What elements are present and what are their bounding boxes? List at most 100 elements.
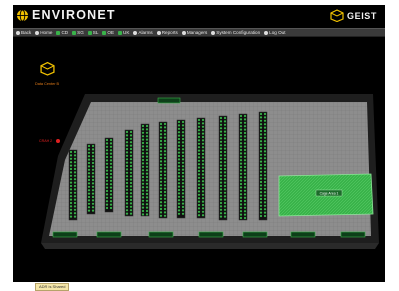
sensor-dot — [109, 176, 113, 179]
sensor-dot — [197, 197, 201, 200]
nav-item-managers[interactable]: Managers — [181, 30, 207, 35]
sensor-dot — [69, 212, 73, 215]
sensor-dot — [197, 129, 201, 132]
sensor-dot — [197, 125, 201, 128]
crac-unit-bottom-2[interactable] — [96, 231, 122, 238]
sensor-dot — [263, 211, 267, 214]
sensor-dot — [239, 216, 243, 220]
sensor-dot — [129, 144, 133, 147]
rack-row[interactable] — [258, 111, 268, 221]
sensor-dot — [223, 133, 227, 137]
home-icon — [35, 30, 40, 35]
sensor-dot — [197, 169, 201, 173]
sensor-dot — [201, 129, 205, 132]
sensor-dot — [219, 164, 223, 167]
sensor-dot — [177, 154, 181, 158]
environet-logo: ENVIRONET — [16, 8, 116, 22]
crac-unit-top[interactable] — [157, 97, 181, 104]
sensor-dot — [87, 151, 91, 154]
sensor-dot — [263, 140, 267, 143]
nav-item-alarms[interactable]: Alarms — [133, 30, 153, 35]
grid-icon — [181, 30, 186, 35]
rack-row[interactable] — [238, 113, 248, 221]
cage-area-label: Cage Area 1 — [320, 191, 339, 195]
rack-row[interactable] — [124, 129, 134, 217]
rack-row[interactable] — [196, 117, 206, 219]
sensor-dot — [73, 191, 77, 194]
nav-item-sl[interactable]: SL — [87, 30, 99, 35]
floor-plan-map[interactable]: Cage Area 1 CRAH 2 — [13, 38, 385, 286]
nav-item-sg[interactable]: SG — [72, 30, 84, 35]
rack-row[interactable] — [158, 121, 168, 219]
sensor-dot — [263, 123, 267, 126]
sensor-dot — [177, 205, 181, 209]
sensor-dot — [91, 172, 95, 175]
sensor-dot — [145, 135, 149, 138]
nav-item-oe[interactable]: OE — [102, 30, 114, 35]
nav-item-label: SL — [92, 30, 99, 35]
sensor-dot — [197, 139, 201, 142]
sensor-dot — [141, 206, 145, 209]
sensor-dot — [105, 196, 109, 199]
crac-unit-bottom-1[interactable] — [52, 231, 78, 238]
rack-row[interactable] — [86, 143, 96, 215]
nav-item-cd[interactable]: CD — [56, 30, 68, 35]
nav-item-back[interactable]: Back — [16, 30, 31, 35]
sensor-dot — [129, 195, 133, 198]
sensor-dot — [259, 191, 263, 194]
crac-unit-bottom-7[interactable] — [340, 231, 366, 238]
sensor-dot — [259, 187, 263, 190]
sensor-dot — [239, 145, 243, 148]
sensor-dot — [129, 175, 133, 178]
sensor-dot — [177, 131, 181, 134]
sensor-dot — [201, 190, 205, 193]
sensor-dot — [197, 173, 201, 176]
crac-unit-bottom-6[interactable] — [290, 231, 316, 238]
sensor-dot — [105, 166, 109, 169]
sensor-dot — [159, 177, 163, 180]
sensor-dot — [141, 155, 145, 158]
sensor-dot — [159, 139, 163, 143]
sensor-dot — [87, 155, 91, 158]
sensor-dot — [219, 201, 223, 205]
rack-row[interactable] — [104, 137, 114, 213]
sensor-dot — [223, 195, 227, 198]
sensor-dot — [239, 165, 243, 169]
status-text: ADR is Shared — [35, 283, 70, 291]
sensor-dot — [73, 205, 77, 208]
rack-row[interactable] — [176, 119, 186, 219]
sensor-dot — [125, 195, 129, 198]
sensor-dot — [159, 129, 163, 132]
alarm-indicator[interactable]: CRAH 2 — [39, 139, 60, 143]
nav-item-reports[interactable]: Reports — [156, 30, 178, 35]
sensor-dot — [145, 169, 149, 172]
geist-logo: GEIST — [330, 9, 377, 22]
sensor-dot — [259, 123, 263, 126]
sensor-dot — [87, 185, 91, 188]
sensor-dot — [163, 160, 167, 163]
sensor-dot — [105, 155, 109, 159]
sensor-dot — [159, 207, 163, 211]
nav-item-log-out[interactable]: Log Out — [264, 30, 286, 35]
sensor-dot — [197, 159, 201, 162]
rack-row[interactable] — [218, 115, 228, 221]
nav-item-uk[interactable]: UK — [118, 30, 129, 35]
sensor-dot — [145, 175, 149, 179]
crac-unit-bottom-3[interactable] — [148, 231, 174, 238]
site-control[interactable]: Data Center B — [35, 61, 59, 86]
sensor-dot — [239, 118, 243, 121]
sensor-dot — [181, 148, 185, 151]
sensor-dot — [197, 200, 201, 203]
nav-item-system-configuration[interactable]: System Configuration — [211, 30, 260, 35]
sensor-dot — [73, 181, 77, 184]
cage-area[interactable]: Cage Area 1 — [278, 173, 374, 217]
crac-unit-bottom-5[interactable] — [242, 231, 268, 238]
rack-row[interactable] — [68, 149, 78, 221]
rack-row[interactable] — [140, 123, 150, 217]
sensor-dot — [181, 178, 185, 181]
sensor-dot — [159, 126, 163, 129]
sensor-dot — [159, 163, 163, 166]
sensor-dot — [219, 116, 223, 120]
nav-item-home[interactable]: Home — [35, 30, 52, 35]
crac-unit-bottom-4[interactable] — [198, 231, 224, 238]
